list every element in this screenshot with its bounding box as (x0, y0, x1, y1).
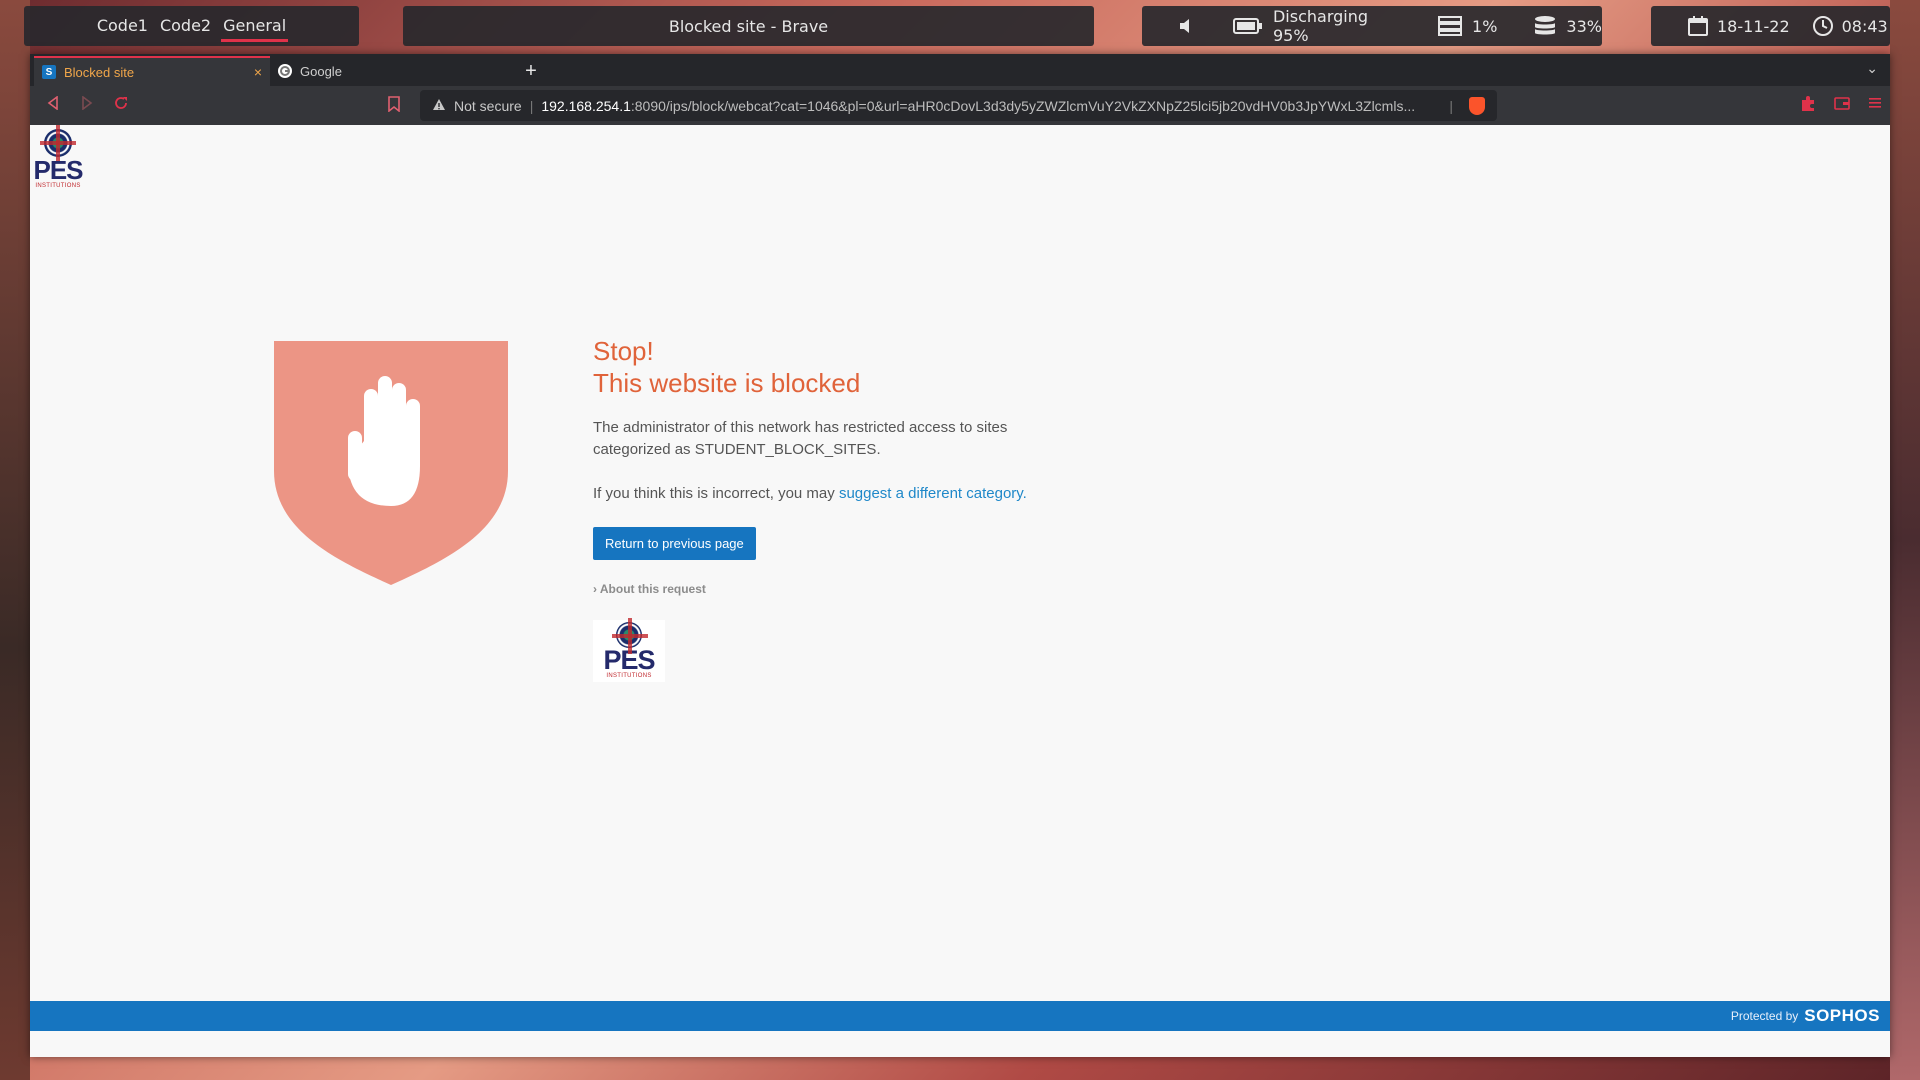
disk-usage: 33% (1566, 16, 1602, 36)
tab-bar: S Blocked site × Google + ⌄ (30, 54, 1890, 86)
not-secure-label[interactable]: Not secure (454, 98, 522, 114)
url-separator: | (1449, 97, 1453, 114)
new-tab-button[interactable]: + (516, 56, 546, 86)
battery-icon (1232, 17, 1263, 35)
cpu-icon (1438, 16, 1463, 36)
incorrect-notice: If you think this is incorrect, you may … (593, 483, 1063, 505)
wallet-icon[interactable] (1834, 96, 1850, 116)
page-content: PES INSTITUTIONS Stop! This website is b… (30, 125, 1890, 1031)
clock-panel: 18-11-22 08:43 (1651, 6, 1890, 46)
google-favicon-icon (278, 64, 292, 78)
status-panel: Discharging 95% 1% 33% (1142, 6, 1602, 46)
sophos-favicon-icon: S (42, 65, 56, 79)
about-request-label: About this request (599, 582, 706, 596)
window-title: Blocked site - Brave (668, 16, 829, 36)
pes-emblem-icon (40, 125, 76, 161)
wallpaper-right (1890, 0, 1920, 1080)
chevron-right-icon: › (593, 582, 597, 596)
logo-subtext: INSTITUTIONS (35, 183, 81, 189)
about-request-toggle[interactable]: › About this request (593, 582, 1063, 596)
sophos-footer: Protected by SOPHOS (30, 1001, 1890, 1031)
back-button[interactable] (36, 95, 70, 115)
calendar-icon (1687, 15, 1709, 37)
extensions-puzzle-icon[interactable] (1800, 96, 1816, 116)
workspace-panel: Code1 Code2 General (24, 6, 359, 46)
block-message: Stop! This website is blocked The admini… (593, 335, 1063, 682)
block-description: The administrator of this network has re… (593, 419, 1008, 458)
time-text: 08:43 (1841, 16, 1888, 36)
stop-heading: Stop! (593, 336, 654, 366)
pes-emblem-icon (612, 618, 648, 654)
date-text: 18-11-22 (1717, 16, 1790, 36)
forward-button[interactable] (70, 95, 104, 115)
incorrect-text: If you think this is incorrect, you may (593, 485, 839, 502)
bookmark-icon[interactable] (388, 96, 400, 115)
tab-list-chevron-down-icon[interactable]: ⌄ (1866, 60, 1878, 77)
pes-logo-bottom: PES INSTITUTIONS (593, 618, 665, 682)
tab-label: Google (300, 63, 342, 79)
browser-window: S Blocked site × Google + ⌄ Not secure |… (30, 54, 1890, 1057)
workspace-code1[interactable]: Code1 (95, 6, 150, 46)
tab-blocked-site[interactable]: S Blocked site × (34, 56, 270, 86)
sophos-logo: SOPHOS (1804, 1006, 1880, 1025)
clock-icon (1812, 15, 1834, 37)
warning-icon (432, 98, 446, 114)
tab-label: Blocked site (64, 64, 135, 80)
tab-close-icon[interactable]: × (254, 64, 262, 80)
disk-icon (1534, 15, 1556, 37)
cpu-usage: 1% (1472, 16, 1498, 36)
toolbar-right (1800, 96, 1882, 116)
volume-icon[interactable] (1178, 18, 1196, 34)
battery-status: Discharging 95% (1272, 7, 1369, 45)
url-path: :8090/ips/block/webcat?cat=1046&pl=0&url… (630, 97, 1416, 114)
wallpaper-left (0, 0, 30, 1080)
url-separator: | (529, 97, 534, 114)
return-to-previous-page-button[interactable]: Return to previous page (593, 527, 756, 560)
workspace-general[interactable]: General (221, 6, 289, 46)
address-bar[interactable]: Not secure | 192.168.254.1 :8090/ips/blo… (420, 90, 1497, 121)
protected-by-label: Protected by (1730, 1009, 1799, 1023)
blocked-heading: This website is blocked (593, 368, 861, 398)
suggest-category-link[interactable]: suggest a different category. (839, 485, 1027, 502)
menu-icon[interactable] (1868, 96, 1882, 116)
toolbar: Not secure | 192.168.254.1 :8090/ips/blo… (30, 86, 1890, 125)
window-title-panel: Blocked site - Brave (403, 6, 1094, 46)
pes-logo: PES INSTITUTIONS (30, 125, 86, 197)
url-host: 192.168.254.1 (541, 97, 631, 114)
tab-google[interactable]: Google (270, 56, 506, 86)
reload-button[interactable] (104, 96, 138, 115)
workspace-code2[interactable]: Code2 (158, 6, 213, 46)
brave-shields-icon[interactable] (1469, 96, 1485, 115)
blocked-hand-shield-icon (274, 341, 508, 585)
